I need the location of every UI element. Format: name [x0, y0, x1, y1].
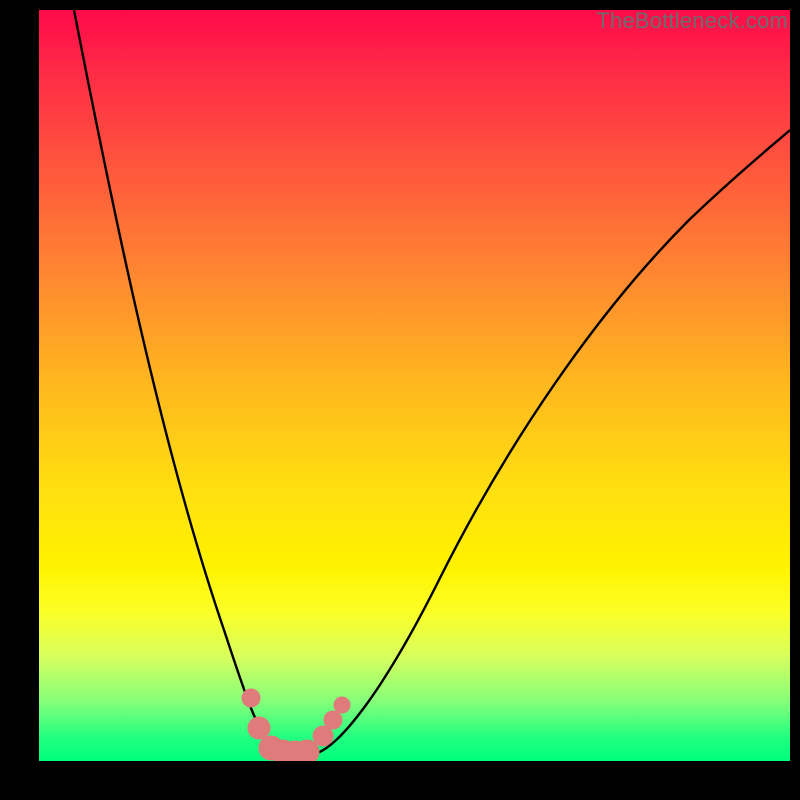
valley-markers — [242, 689, 350, 761]
watermark-text: TheBottleneck.com — [596, 8, 788, 34]
curve-path — [74, 10, 790, 757]
chart-frame: TheBottleneck.com — [0, 0, 800, 800]
bottleneck-curve — [39, 10, 790, 761]
plot-area — [39, 10, 790, 761]
